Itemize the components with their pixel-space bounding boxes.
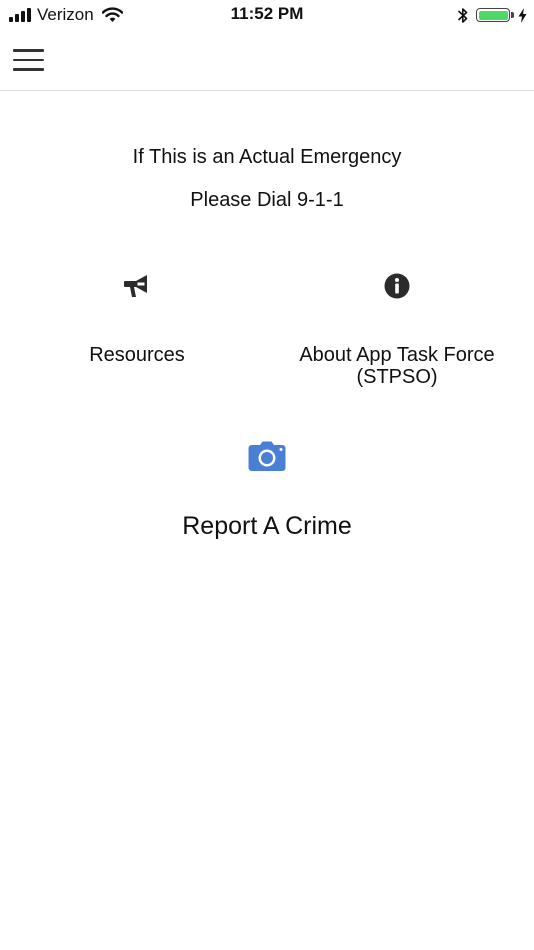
camera-icon — [248, 436, 286, 476]
info-circle-icon — [384, 266, 410, 306]
nav-bar — [0, 30, 534, 91]
battery-icon — [476, 8, 514, 22]
status-bar: Verizon 11:52 PM — [0, 0, 534, 30]
emergency-notice-line1: If This is an Actual Emergency — [132, 146, 402, 168]
about-label-line1: About App Task Force — [299, 344, 495, 366]
resources-button[interactable]: Resources — [37, 266, 237, 367]
bluetooth-icon — [458, 7, 468, 23]
resources-label: Resources — [89, 344, 185, 366]
status-time: 11:52 PM — [230, 4, 304, 23]
hamburger-menu-icon[interactable] — [13, 49, 44, 71]
status-right — [458, 5, 527, 25]
about-app-button[interactable]: About App Task Force (STPSO) — [272, 266, 522, 389]
charging-bolt-icon — [518, 7, 527, 23]
battery-fill — [478, 10, 508, 20]
emergency-notice-line2: Please Dial 9-1-1 — [190, 189, 344, 211]
about-label-line2: (STPSO) — [356, 366, 438, 388]
report-crime-label: Report A Crime — [182, 512, 352, 540]
megaphone-icon — [123, 266, 151, 306]
battery-cap — [511, 12, 514, 18]
report-crime-button[interactable]: Report A Crime — [132, 436, 402, 541]
